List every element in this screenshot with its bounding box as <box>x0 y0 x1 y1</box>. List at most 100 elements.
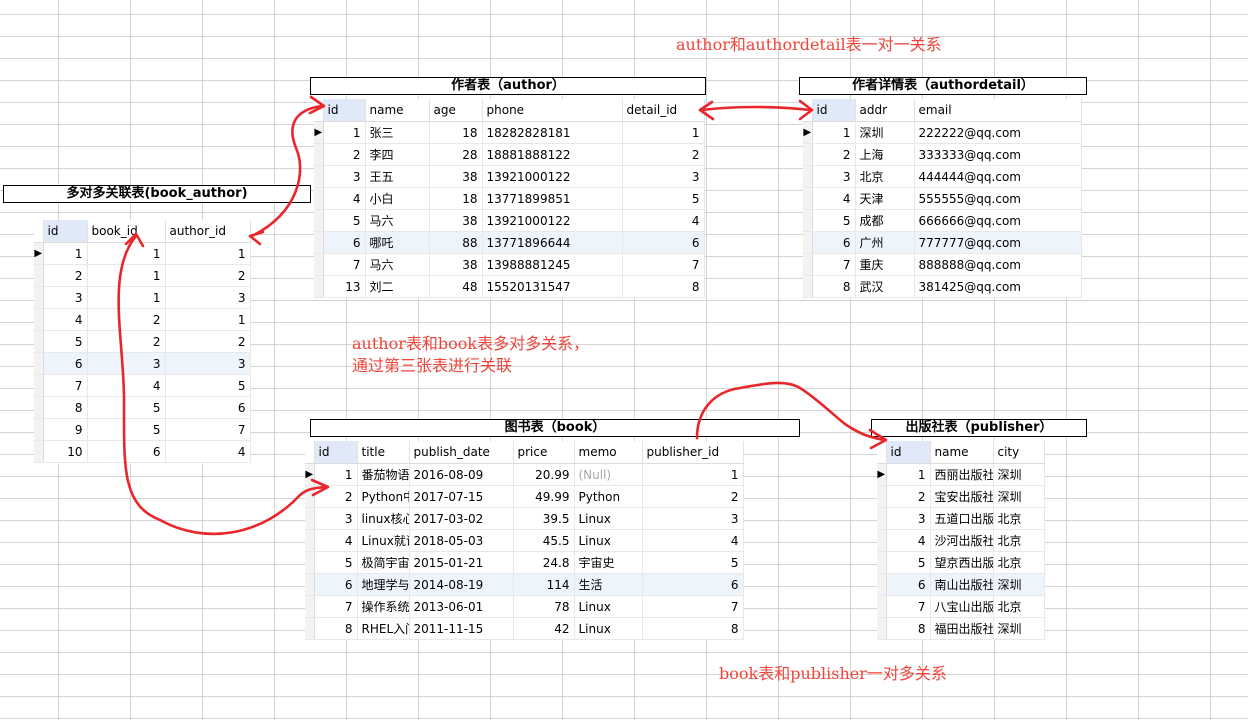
row-indicator[interactable] <box>803 143 813 166</box>
cell-phone[interactable]: 18282828181 <box>482 121 623 144</box>
cell-price[interactable]: 24.8 <box>513 551 575 574</box>
cell-id[interactable]: 4 <box>323 187 366 210</box>
column-header-publish-date[interactable]: publish_date <box>409 441 514 464</box>
cell-id[interactable]: 4 <box>812 187 856 210</box>
cell-phone[interactable]: 13771899851 <box>482 187 623 210</box>
table-row[interactable]: ▶ 1 1 1 <box>34 242 251 265</box>
cell-publisher-id[interactable]: 5 <box>642 551 744 574</box>
row-indicator[interactable] <box>314 231 324 254</box>
cell-age[interactable]: 88 <box>429 231 483 254</box>
row-indicator[interactable] <box>34 440 44 463</box>
row-indicator[interactable] <box>803 209 813 232</box>
cell-city[interactable]: 深圳 <box>993 463 1045 486</box>
column-header-id[interactable]: id <box>886 441 931 464</box>
cell-id[interactable]: 7 <box>314 595 358 618</box>
cell-phone[interactable]: 13771896644 <box>482 231 623 254</box>
cell-city[interactable]: 北京 <box>993 529 1045 552</box>
cell-id[interactable]: 3 <box>323 165 366 188</box>
cell-age[interactable]: 38 <box>429 253 483 276</box>
table-row[interactable]: 7 八宝山出版 北京 <box>877 595 1045 618</box>
cell-author-id[interactable]: 1 <box>165 308 251 331</box>
cell-id[interactable]: 9 <box>43 418 88 441</box>
table-row[interactable]: 8RHEL入门2011-11-1542Linux8 <box>305 617 744 640</box>
cell-id[interactable]: 1 <box>886 463 931 486</box>
cell-id[interactable]: 1 <box>323 121 366 144</box>
cell-name[interactable]: 望京西出版 <box>930 551 994 574</box>
column-header-memo[interactable]: memo <box>574 441 643 464</box>
cell-name[interactable]: 西丽出版社 <box>930 463 994 486</box>
table-row[interactable]: ▶ 1 张三 18 18282828181 1 <box>314 121 705 144</box>
cell-price[interactable]: 49.99 <box>513 485 575 508</box>
cell-email[interactable]: 333333@qq.com <box>914 143 1082 166</box>
table-row[interactable]: 5 成都 666666@qq.com <box>803 209 1082 232</box>
cell-memo[interactable]: Linux <box>574 529 643 552</box>
cell-id[interactable]: 4 <box>886 529 931 552</box>
row-indicator[interactable] <box>803 231 813 254</box>
cell-publisher-id[interactable]: 2 <box>642 485 744 508</box>
cell-price[interactable]: 39.5 <box>513 507 575 530</box>
cell-author-id[interactable]: 7 <box>165 418 251 441</box>
row-indicator[interactable] <box>305 617 315 640</box>
cell-name[interactable]: 马六 <box>365 253 430 276</box>
row-indicator[interactable] <box>314 165 324 188</box>
cell-id[interactable]: 10 <box>43 440 88 463</box>
cell-addr[interactable]: 天津 <box>855 187 915 210</box>
cell-addr[interactable]: 上海 <box>855 143 915 166</box>
cell-name[interactable]: 福田出版社 <box>930 617 994 640</box>
cell-id[interactable]: 7 <box>43 374 88 397</box>
cell-name[interactable]: 王五 <box>365 165 430 188</box>
cell-city[interactable]: 北京 <box>993 551 1045 574</box>
cell-book-id[interactable]: 6 <box>87 440 166 463</box>
cell-id[interactable]: 5 <box>886 551 931 574</box>
row-indicator[interactable] <box>803 275 813 298</box>
cell-email[interactable]: 222222@qq.com <box>914 121 1082 144</box>
table-row[interactable]: 6 哪吒 88 13771896644 6 <box>314 231 705 254</box>
row-indicator[interactable] <box>314 209 324 232</box>
cell-id[interactable]: 1 <box>812 121 856 144</box>
row-indicator[interactable] <box>305 485 315 508</box>
cell-id[interactable]: 2 <box>43 264 88 287</box>
row-indicator[interactable] <box>34 352 44 375</box>
column-header-detail-id[interactable]: detail_id <box>622 99 705 122</box>
cell-publish-date[interactable]: 2013-06-01 <box>409 595 514 618</box>
cell-age[interactable]: 48 <box>429 275 483 298</box>
table-row[interactable]: 13 刘二 48 15520131547 8 <box>314 275 705 298</box>
table-row[interactable]: 2Python中2017-07-1549.99Python2 <box>305 485 744 508</box>
table-row[interactable]: 212 <box>34 264 251 287</box>
cell-city[interactable]: 深圳 <box>993 573 1045 596</box>
row-indicator[interactable] <box>305 595 315 618</box>
cell-id[interactable]: 5 <box>314 551 358 574</box>
cell-id[interactable]: 7 <box>886 595 931 618</box>
table-row[interactable]: 6 地理学与 2014-08-19 114 生活 6 <box>305 573 744 596</box>
cell-memo[interactable]: Python <box>574 485 643 508</box>
table-row[interactable]: 2 宝安出版社 深圳 <box>877 485 1045 508</box>
cell-book-id[interactable]: 1 <box>87 242 166 265</box>
cell-memo[interactable]: Linux <box>574 507 643 530</box>
cell-id[interactable]: 2 <box>323 143 366 166</box>
cell-author-id[interactable]: 2 <box>165 264 251 287</box>
row-indicator[interactable] <box>803 253 813 276</box>
cell-age[interactable]: 28 <box>429 143 483 166</box>
row-indicator[interactable] <box>877 485 887 508</box>
cell-id[interactable]: 8 <box>314 617 358 640</box>
cell-publish-date[interactable]: 2015-01-21 <box>409 551 514 574</box>
cell-city[interactable]: 深圳 <box>993 617 1045 640</box>
table-row[interactable]: 957 <box>34 418 251 441</box>
cell-name[interactable]: 刘二 <box>365 275 430 298</box>
row-indicator[interactable] <box>314 253 324 276</box>
table-row[interactable]: 522 <box>34 330 251 353</box>
table-row[interactable]: 745 <box>34 374 251 397</box>
cell-id[interactable]: 2 <box>812 143 856 166</box>
current-row-marker[interactable]: ▶ <box>34 242 44 265</box>
cell-id[interactable]: 2 <box>886 485 931 508</box>
cell-id[interactable]: 3 <box>314 507 358 530</box>
row-indicator[interactable] <box>305 529 315 552</box>
column-header-id[interactable]: id <box>314 441 358 464</box>
column-header-book-id[interactable]: book_id <box>87 220 166 243</box>
cell-id[interactable]: 2 <box>314 485 358 508</box>
cell-memo[interactable]: (Null) <box>574 463 643 486</box>
table-row[interactable]: 5 马六 38 13921000122 4 <box>314 209 705 232</box>
cell-id[interactable]: 6 <box>323 231 366 254</box>
table-row[interactable]: 7 马六 38 13988881245 7 <box>314 253 705 276</box>
cell-id[interactable]: 4 <box>43 308 88 331</box>
